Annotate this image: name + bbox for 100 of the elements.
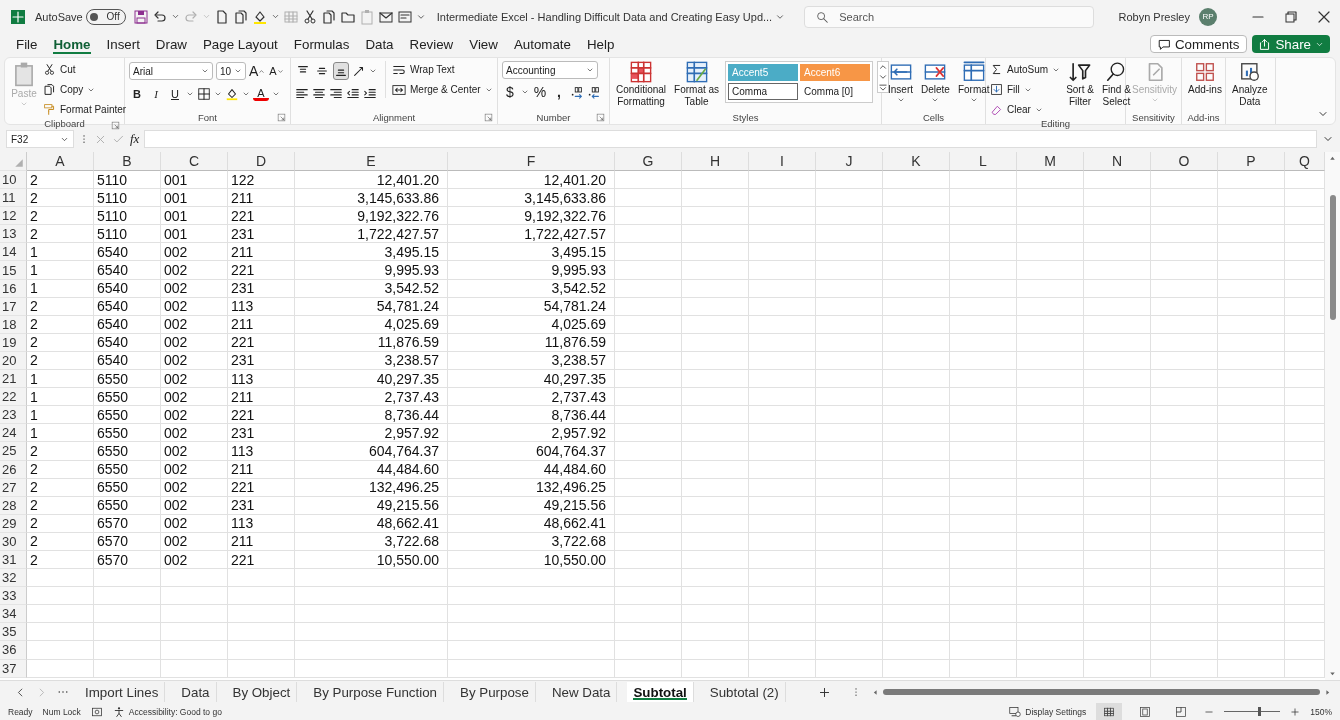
table-cell[interactable]: 2 xyxy=(27,171,94,190)
table-cell[interactable]: 10,550.00 xyxy=(295,550,448,570)
table-cell[interactable]: 113 xyxy=(228,370,295,389)
percent-button[interactable]: % xyxy=(532,83,548,101)
sheet-tab[interactable]: Subtotal (2) xyxy=(703,682,786,702)
comments-button[interactable]: Comments xyxy=(1150,35,1248,53)
table-cell[interactable]: 002 xyxy=(161,370,228,389)
table-cell[interactable]: 221 xyxy=(228,261,295,280)
table-cell[interactable]: 231 xyxy=(228,279,295,298)
table-cell[interactable]: 1 xyxy=(27,406,94,425)
menu-tab[interactable]: Automate xyxy=(505,33,579,55)
table-cell[interactable]: 3,722.68 xyxy=(295,532,448,551)
table-cell[interactable]: 3,542.52 xyxy=(448,279,615,298)
table-cell[interactable]: 2 xyxy=(27,514,94,533)
table-cell[interactable]: 44,484.60 xyxy=(295,460,448,479)
table-cell[interactable]: 2,737.43 xyxy=(295,388,448,407)
merge-center-button[interactable]: Merge & Center xyxy=(392,81,493,98)
column-header[interactable]: C xyxy=(161,152,228,171)
row-number[interactable]: 23 xyxy=(0,406,27,425)
table-cell[interactable]: 132,496.25 xyxy=(295,478,448,497)
clipboard-button[interactable]: Copy xyxy=(43,81,127,98)
table-cell[interactable]: 3,145,633.86 xyxy=(295,189,448,208)
table-cell[interactable]: 48,662.41 xyxy=(295,514,448,533)
table-cell[interactable]: 6570 xyxy=(94,514,161,533)
table-cell[interactable]: 40,297.35 xyxy=(448,370,615,389)
table-cell[interactable]: 6540 xyxy=(94,243,161,262)
table-cell[interactable]: 211 xyxy=(228,243,295,262)
table-cell[interactable]: 211 xyxy=(228,189,295,208)
column-header[interactable]: E xyxy=(295,152,448,171)
table-cell[interactable]: 40,297.35 xyxy=(295,370,448,389)
table-cell[interactable]: 2 xyxy=(27,351,94,371)
display-settings-button[interactable]: Display Settings xyxy=(1009,705,1087,718)
row-number[interactable]: 12 xyxy=(0,207,27,226)
row-number[interactable]: 11 xyxy=(0,189,27,208)
table-cell[interactable]: 5110 xyxy=(94,225,161,244)
table-cell[interactable]: 231 xyxy=(228,351,295,371)
column-header[interactable]: G xyxy=(615,152,682,171)
editing-button[interactable]: Fill xyxy=(990,81,1061,98)
table-cell[interactable]: 2,957.92 xyxy=(295,424,448,443)
table-cell[interactable]: 002 xyxy=(161,550,228,570)
table-cell[interactable]: 11,876.59 xyxy=(295,333,448,352)
cells-button[interactable]: Insert xyxy=(886,61,915,104)
conditional-formatting-button[interactable]: Conditional Formatting xyxy=(614,61,669,107)
menu-tab[interactable]: Review xyxy=(401,33,462,55)
column-header[interactable]: K xyxy=(883,152,950,171)
column-header[interactable]: M xyxy=(1017,152,1084,171)
table-cell[interactable]: 9,192,322.76 xyxy=(295,207,448,226)
user-avatar[interactable]: RP xyxy=(1199,7,1217,26)
table-cell[interactable]: 3,145,633.86 xyxy=(448,189,615,208)
number-format-select[interactable]: Accounting xyxy=(502,61,598,79)
table-cell[interactable]: 001 xyxy=(161,225,228,244)
table-cell[interactable]: 2 xyxy=(27,333,94,352)
table-cell[interactable]: 6550 xyxy=(94,406,161,425)
table-cell[interactable]: 1 xyxy=(27,279,94,298)
table-cell[interactable]: 211 xyxy=(228,460,295,479)
table-cell[interactable]: 1 xyxy=(27,388,94,407)
table-cell[interactable]: 002 xyxy=(161,315,228,334)
menu-tab[interactable]: Data xyxy=(357,33,402,55)
table-cell[interactable]: 001 xyxy=(161,189,228,208)
table-cell[interactable]: 6550 xyxy=(94,388,161,407)
row-number[interactable]: 24 xyxy=(0,424,27,443)
table-cell[interactable]: 1 xyxy=(27,424,94,443)
column-header[interactable]: L xyxy=(950,152,1017,171)
cell-style-option[interactable]: Comma [0] xyxy=(800,83,871,100)
table-cell[interactable]: 002 xyxy=(161,243,228,262)
table-cell[interactable]: 44,484.60 xyxy=(448,460,615,479)
cell-style-option[interactable]: Comma xyxy=(728,83,799,100)
table-cell[interactable]: 002 xyxy=(161,388,228,407)
clipboard-button[interactable]: Cut xyxy=(43,61,127,78)
table-cell[interactable]: 3,495.15 xyxy=(295,243,448,262)
shrink-font-button[interactable]: A xyxy=(268,62,285,80)
cells-button[interactable]: Format xyxy=(955,61,992,104)
table-cell[interactable]: 1 xyxy=(27,370,94,389)
font-size-select[interactable]: 10 xyxy=(216,62,246,80)
table-cell[interactable]: 2 xyxy=(27,496,94,515)
row-number[interactable]: 33 xyxy=(0,587,27,606)
menu-tab[interactable]: Formulas xyxy=(285,33,358,55)
row-number[interactable]: 21 xyxy=(0,370,27,389)
table-cell[interactable]: 002 xyxy=(161,460,228,479)
table-cell[interactable]: 211 xyxy=(228,532,295,551)
table-cell[interactable]: 604,764.37 xyxy=(448,442,615,461)
menu-tab[interactable]: Draw xyxy=(147,33,195,55)
row-number[interactable]: 14 xyxy=(0,243,27,262)
add-ins-button[interactable]: Add-ins xyxy=(1186,61,1224,95)
document-title[interactable]: Intermediate Excel - Handling Difficult Data and Creating Easy Upd... xyxy=(436,10,773,23)
column-header[interactable]: H xyxy=(682,152,749,171)
sheet-tab[interactable]: Subtotal xyxy=(627,682,694,702)
table-cell[interactable]: 12,401.20 xyxy=(295,171,448,190)
table-cell[interactable]: 2,737.43 xyxy=(448,388,615,407)
table-cell[interactable]: 002 xyxy=(161,406,228,425)
grow-font-button[interactable]: A xyxy=(249,62,266,80)
table-cell[interactable]: 002 xyxy=(161,351,228,371)
table-cell[interactable]: 002 xyxy=(161,496,228,515)
table-cell[interactable]: 132,496.25 xyxy=(448,478,615,497)
column-header[interactable]: N xyxy=(1084,152,1151,171)
table-cell[interactable]: 1,722,427.57 xyxy=(295,225,448,244)
table-cell[interactable]: 2 xyxy=(27,207,94,226)
table-cell[interactable]: 3,722.68 xyxy=(448,532,615,551)
table-cell[interactable]: 211 xyxy=(228,315,295,334)
column-header[interactable]: D xyxy=(228,152,295,171)
